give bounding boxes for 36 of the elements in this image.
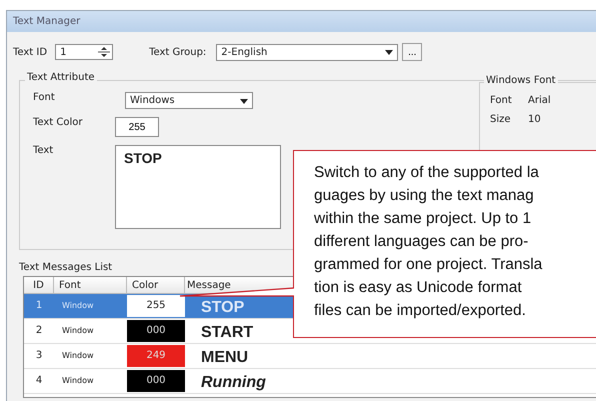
message-cell-text: START	[200, 323, 254, 343]
color-swatch-cell: 255	[127, 295, 185, 317]
table-cell-text: Window	[61, 325, 95, 337]
color-swatch-cell: 000	[127, 320, 185, 342]
font-property-value: Arial	[528, 95, 551, 106]
table-cell-text: 1	[34, 299, 44, 313]
message-cell-text: MENU	[200, 348, 250, 368]
table-cell-text: Window	[61, 300, 95, 312]
group-title: Text Attribute	[25, 72, 97, 83]
group-title: Windows Font	[484, 75, 558, 86]
message-cell-text: Running	[200, 373, 267, 393]
callout-text: guages by using the text manag	[314, 186, 534, 206]
font-label: Font	[33, 92, 56, 103]
text-id-label: Text ID	[13, 46, 48, 58]
callout-text: files can be imported/exported.	[314, 301, 526, 321]
message-cell-text: STOP	[200, 298, 246, 318]
color-swatch-cell: 249	[127, 345, 185, 367]
callout-text: within the same project. Up to 1	[314, 209, 532, 229]
list-title: Text Messages List	[19, 262, 112, 273]
table-cell-text: 3	[34, 349, 44, 363]
text-color-label: Text Color	[33, 117, 84, 128]
table-cell-text: 2	[34, 324, 44, 338]
table-cell-text: Window	[61, 375, 95, 387]
table-cell-text: 4	[34, 374, 44, 388]
callout-text: different languages can be pro-	[314, 232, 528, 252]
font-property-label: Font	[490, 95, 513, 106]
font-property-label: Size	[490, 114, 512, 125]
font-property-value: 10	[528, 114, 541, 125]
window-title: Text Manager	[13, 16, 80, 27]
callout-text: Switch to any of the supported la	[314, 163, 539, 183]
table-cell-text: Window	[61, 350, 95, 362]
text-label: Text	[33, 145, 54, 156]
text-group-label: Text Group:	[149, 46, 206, 58]
callout-text: tion is easy as Unicode format	[314, 278, 522, 298]
callout-text: grammed for one project. Transla	[314, 255, 542, 275]
color-swatch-cell: 000	[127, 370, 185, 392]
